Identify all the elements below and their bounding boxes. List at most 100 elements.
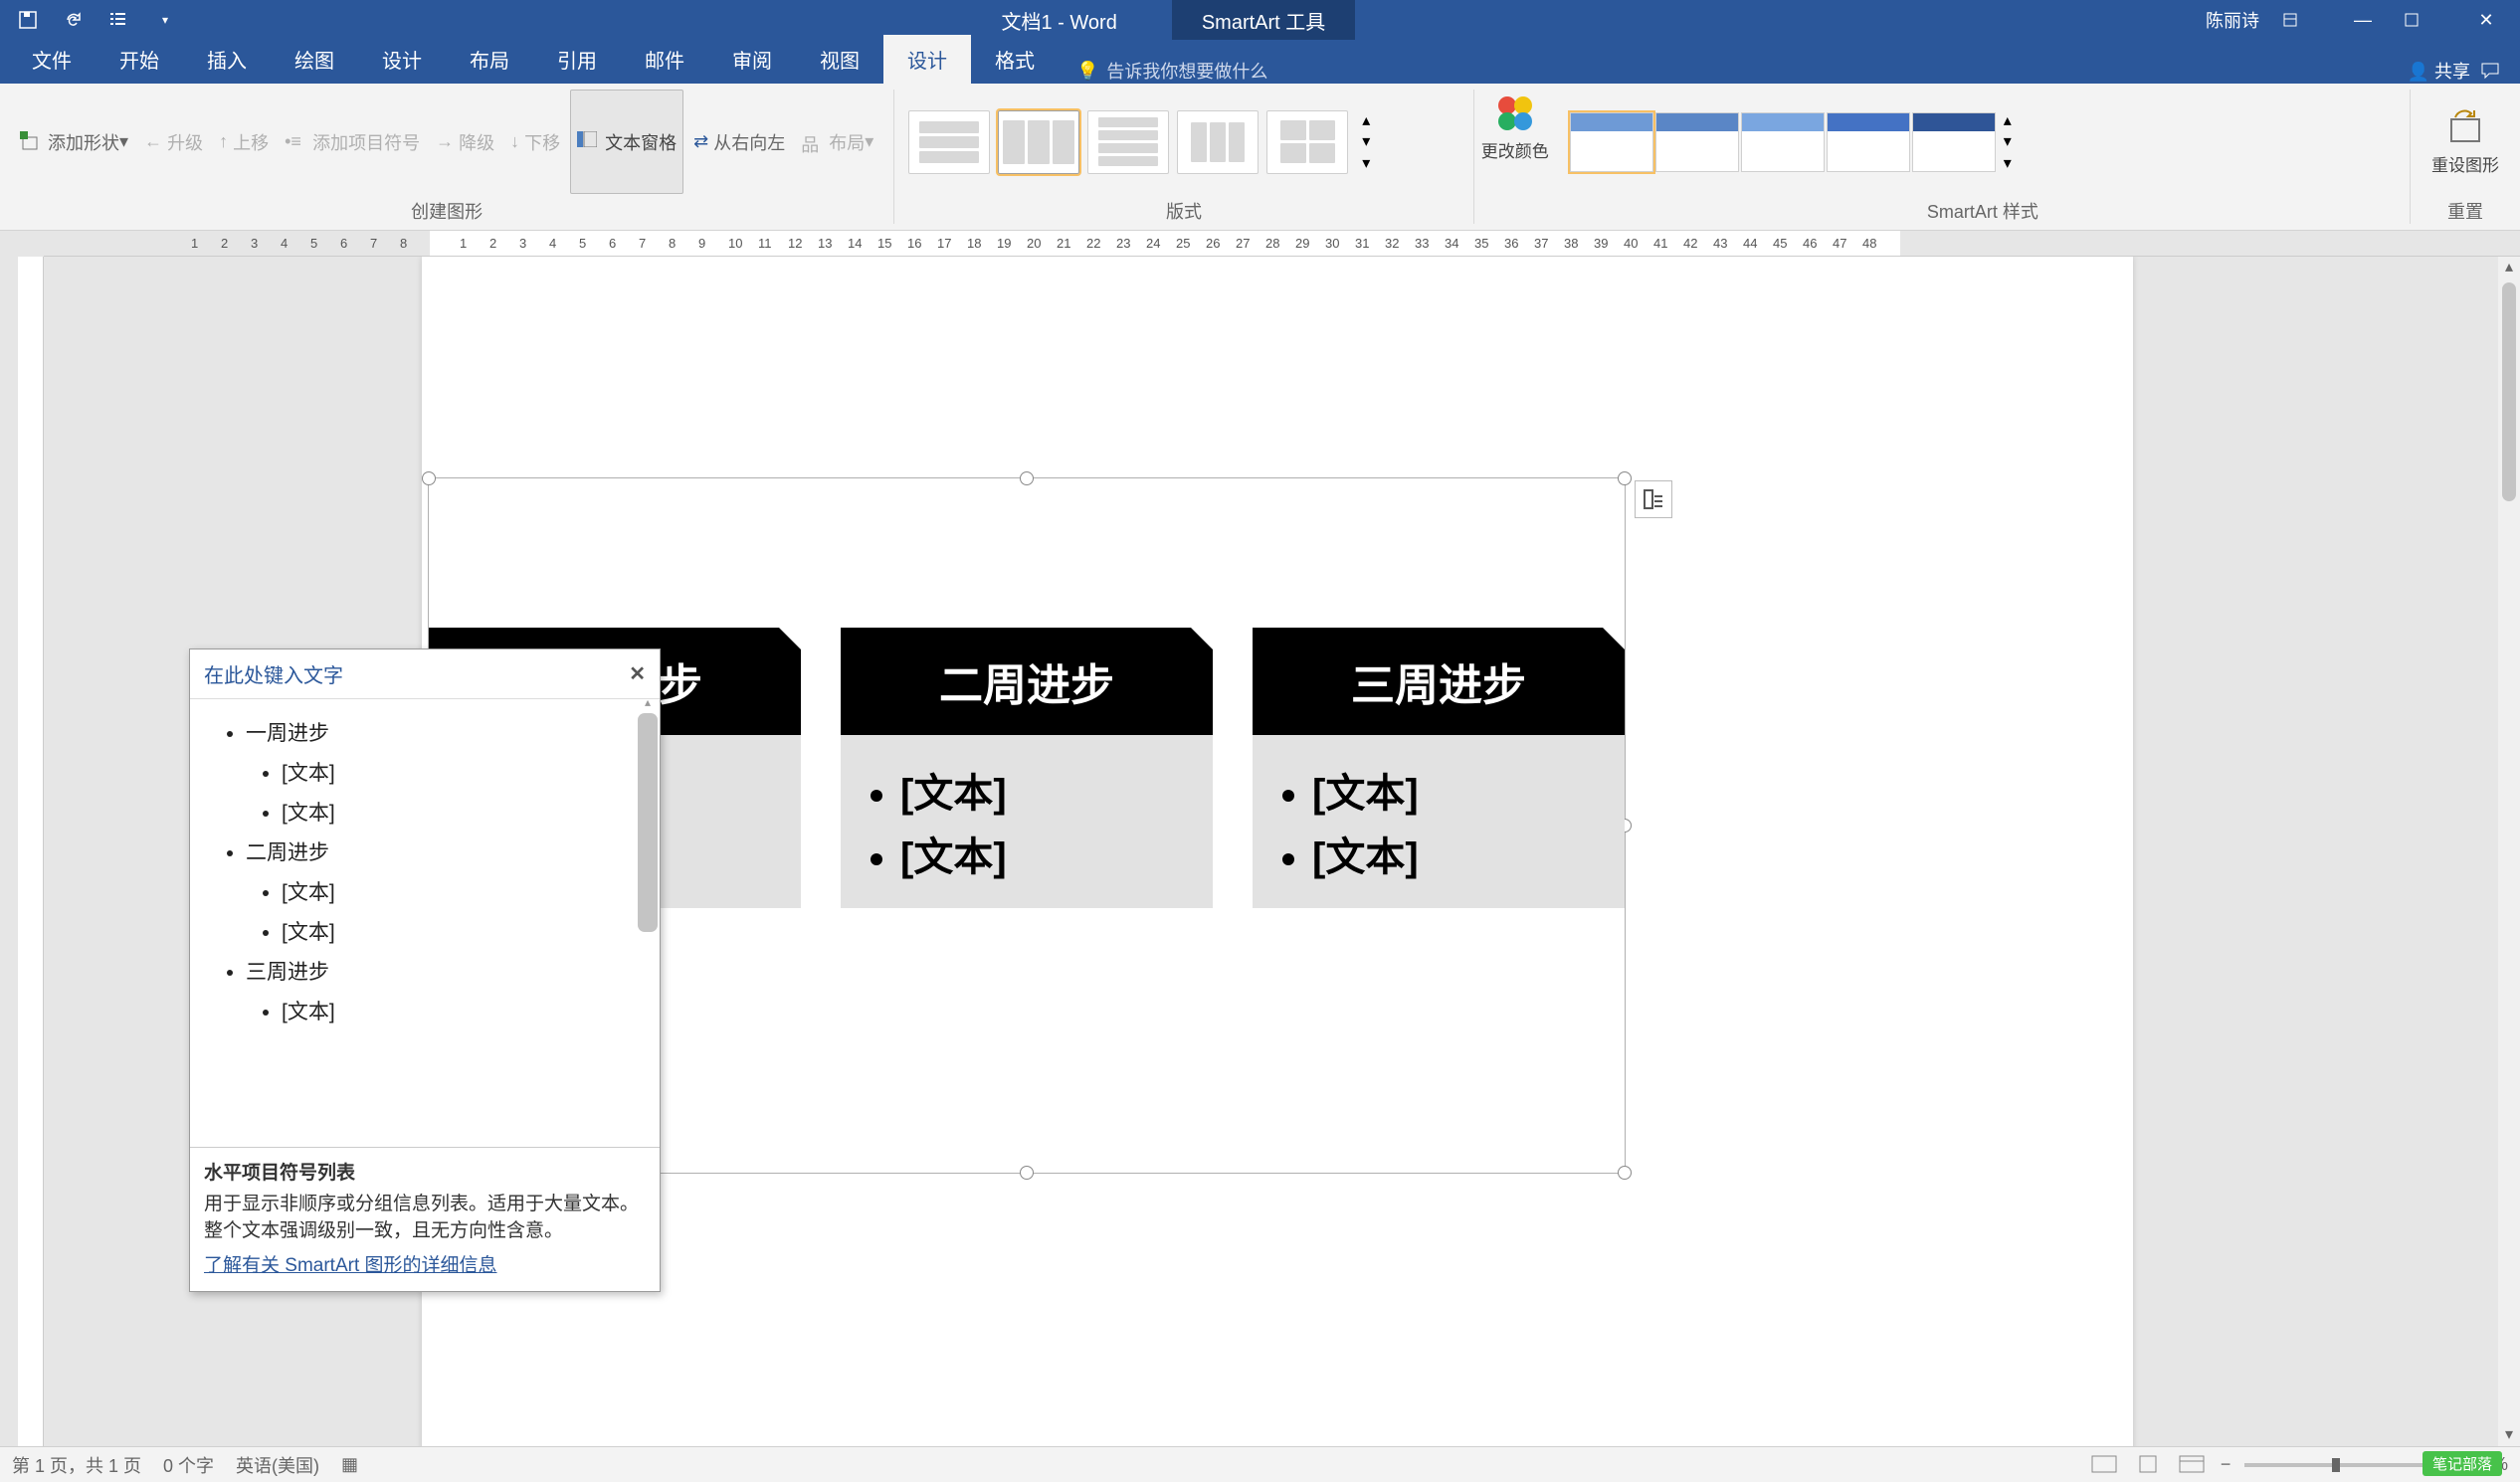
smartart-bullet[interactable]: [文本] bbox=[900, 761, 1195, 819]
layout-options-button[interactable] bbox=[1635, 480, 1672, 518]
layout-gallery-more[interactable]: ▴▾▾ bbox=[1356, 110, 1376, 174]
user-name[interactable]: 陈丽诗 bbox=[2206, 7, 2259, 33]
smartart-bullet[interactable]: [文本] bbox=[900, 825, 1195, 882]
tab-review[interactable]: 审阅 bbox=[708, 35, 796, 84]
tab-home[interactable]: 开始 bbox=[96, 35, 183, 84]
zoom-slider[interactable] bbox=[2244, 1463, 2423, 1467]
demote-button[interactable]: → 降级 bbox=[430, 90, 500, 194]
add-bullet-button[interactable]: •≡添加项目符号 bbox=[279, 90, 426, 194]
text-pane-close-button[interactable]: ✕ bbox=[629, 661, 646, 686]
minimize-button[interactable]: — bbox=[2343, 10, 2383, 31]
smartart-card-body[interactable]: [文本] [文本] bbox=[1253, 735, 1625, 908]
scrollbar-thumb[interactable] bbox=[2502, 282, 2516, 501]
text-pane-item[interactable]: 二周进步[文本][文本] bbox=[246, 836, 654, 946]
text-pane-subitem[interactable]: [文本] bbox=[282, 876, 654, 906]
tab-mailings[interactable]: 邮件 bbox=[621, 35, 708, 84]
resize-handle-t[interactable] bbox=[1020, 471, 1034, 485]
tab-layout[interactable]: 布局 bbox=[446, 35, 533, 84]
tab-smartart-format[interactable]: 格式 bbox=[971, 35, 1059, 84]
text-pane-scrollbar[interactable]: ▴ bbox=[638, 695, 658, 1122]
maximize-button[interactable] bbox=[2405, 13, 2444, 27]
page[interactable]: 一周进步[文本][文本]二周进步[文本][文本]三周进步[文本][文本] bbox=[422, 257, 2133, 1446]
layout-option-1[interactable] bbox=[908, 110, 990, 174]
resize-handle-tr[interactable] bbox=[1618, 471, 1632, 485]
scroll-down-button[interactable]: ▾ bbox=[2498, 1424, 2520, 1446]
promote-button[interactable]: ← 升级 bbox=[138, 90, 209, 194]
share-button[interactable]: 👤 共享 bbox=[2408, 58, 2470, 84]
status-page[interactable]: 第 1 页，共 1 页 bbox=[12, 1452, 141, 1478]
style-option-2[interactable] bbox=[1655, 112, 1739, 172]
view-print-layout[interactable] bbox=[2133, 1453, 2163, 1477]
smartart-card[interactable]: 二周进步 [文本] [文本] bbox=[841, 628, 1213, 908]
tell-me-search[interactable]: 💡 告诉我你想要做什么 bbox=[1076, 58, 1267, 84]
reset-graphic-button[interactable]: 重设图形 bbox=[2424, 90, 2506, 194]
zoom-out-button[interactable]: − bbox=[2221, 1454, 2231, 1475]
horizontal-ruler[interactable]: L 87654321123456789101112131415161718192… bbox=[44, 231, 2520, 257]
tab-design[interactable]: 设计 bbox=[358, 35, 446, 84]
scroll-up-button[interactable]: ▴ bbox=[2498, 257, 2520, 278]
zoom-slider-thumb[interactable] bbox=[2332, 1458, 2340, 1472]
tp-scroll-thumb[interactable] bbox=[638, 713, 658, 932]
text-pane-item[interactable]: 三周进步[文本] bbox=[246, 956, 654, 1025]
style-option-5[interactable] bbox=[1912, 112, 1996, 172]
layout-option-2-selected[interactable] bbox=[998, 110, 1079, 174]
move-down-button[interactable]: ↓ 下移 bbox=[504, 90, 566, 194]
text-pane-subitem[interactable]: [文本] bbox=[282, 797, 654, 827]
arrow-right-icon: → bbox=[436, 131, 454, 152]
vertical-scrollbar[interactable]: ▴ ▾ bbox=[2498, 257, 2520, 1446]
resize-handle-tl[interactable] bbox=[422, 471, 436, 485]
tab-references[interactable]: 引用 bbox=[533, 35, 621, 84]
smartart-card-body[interactable]: [文本] [文本] bbox=[841, 735, 1213, 908]
expand-icon: ▾ bbox=[2004, 153, 2012, 173]
vertical-ruler[interactable] bbox=[18, 257, 44, 1446]
text-pane-button[interactable]: 文本窗格 bbox=[570, 90, 683, 194]
rtl-button[interactable]: ⇄ 从右向左 bbox=[687, 90, 791, 194]
tab-file[interactable]: 文件 bbox=[8, 35, 96, 84]
smartart-card[interactable]: 三周进步 [文本] [文本] bbox=[1253, 628, 1625, 908]
list-dropdown-button[interactable] bbox=[105, 6, 133, 34]
layout-option-5[interactable] bbox=[1266, 110, 1348, 174]
status-language[interactable]: 英语(美国) bbox=[236, 1452, 319, 1478]
tab-smartart-design[interactable]: 设计 bbox=[883, 35, 971, 84]
layout-button[interactable]: 品布局 ▾ bbox=[795, 90, 879, 194]
style-option-3[interactable] bbox=[1741, 112, 1825, 172]
text-pane-subitem[interactable]: [文本] bbox=[282, 996, 654, 1025]
close-button[interactable]: ✕ bbox=[2466, 10, 2506, 31]
view-read-mode[interactable] bbox=[2089, 1453, 2119, 1477]
smartart-card-title[interactable]: 二周进步 bbox=[841, 628, 1213, 735]
layout-option-4[interactable] bbox=[1177, 110, 1259, 174]
resize-handle-br[interactable] bbox=[1618, 1166, 1632, 1180]
smartart-bullet[interactable]: [文本] bbox=[1312, 825, 1607, 882]
move-up-button[interactable]: ↑ 上移 bbox=[213, 90, 275, 194]
document-area: L 87654321123456789101112131415161718192… bbox=[0, 231, 2520, 1446]
text-pane-panel[interactable]: 在此处键入文字 ✕ 一周进步[文本][文本]二周进步[文本][文本]三周进步[文… bbox=[189, 648, 661, 1292]
style-gallery-more[interactable]: ▴▾▾ bbox=[1998, 110, 2018, 174]
text-pane-subitem[interactable]: [文本] bbox=[282, 757, 654, 787]
view-web-layout[interactable] bbox=[2177, 1453, 2207, 1477]
text-pane-subitem[interactable]: [文本] bbox=[282, 916, 654, 946]
tab-view[interactable]: 视图 bbox=[796, 35, 883, 84]
comments-button[interactable] bbox=[2480, 61, 2500, 81]
style-option-1-selected[interactable] bbox=[1570, 112, 1653, 172]
style-option-4[interactable] bbox=[1827, 112, 1910, 172]
contextual-tab-label: SmartArt 工具 bbox=[1172, 0, 1355, 40]
text-pane-item[interactable]: 一周进步[文本][文本] bbox=[246, 717, 654, 827]
smartart-bullet[interactable]: [文本] bbox=[1312, 761, 1607, 819]
redo-button[interactable] bbox=[60, 6, 88, 34]
add-shape-button[interactable]: 添加形状 ▾ bbox=[14, 90, 134, 194]
save-button[interactable] bbox=[14, 6, 42, 34]
qat-customize-button[interactable]: ▾ bbox=[151, 6, 179, 34]
status-macro-icon[interactable]: ▦ bbox=[341, 1454, 358, 1475]
layout-option-3[interactable] bbox=[1087, 110, 1169, 174]
ribbon-options-button[interactable] bbox=[2281, 11, 2321, 29]
tp-scroll-up[interactable]: ▴ bbox=[638, 695, 658, 713]
change-colors-button[interactable]: 更改颜色 bbox=[1474, 93, 1556, 162]
smartart-card-title[interactable]: 三周进步 bbox=[1253, 628, 1625, 735]
status-word-count[interactable]: 0 个字 bbox=[163, 1452, 214, 1478]
tab-insert[interactable]: 插入 bbox=[183, 35, 271, 84]
text-pane-learn-more-link[interactable]: 了解有关 SmartArt 图形的详细信息 bbox=[204, 1250, 497, 1277]
text-pane-body[interactable]: 一周进步[文本][文本]二周进步[文本][文本]三周进步[文本] bbox=[190, 699, 660, 1147]
resize-handle-b[interactable] bbox=[1020, 1166, 1034, 1180]
group-layouts: ▴▾▾ 版式 bbox=[894, 84, 1473, 230]
tab-draw[interactable]: 绘图 bbox=[271, 35, 358, 84]
